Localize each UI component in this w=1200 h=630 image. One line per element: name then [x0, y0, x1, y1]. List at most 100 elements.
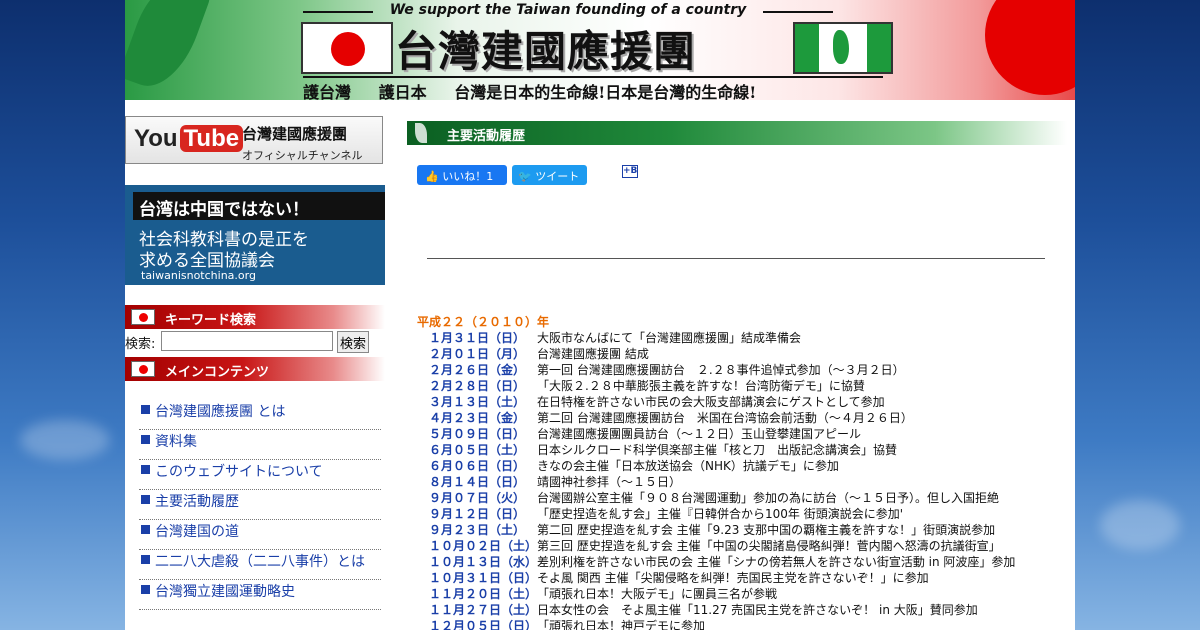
main-menu: 台灣建國應援團 とは 資料集 このウェブサイトについて 主要活動履歴 台灣建国の…	[139, 400, 381, 610]
bullet-icon	[141, 555, 150, 564]
event-row: ２月２８日（日） 「大阪２.２８中華膨張主義を許すな！台湾防衛デモ」に協賛	[417, 377, 1067, 393]
event-text: 日本女性の会 そよ風主催「11.27 売国民主党を許さないぞ！ in 大阪」賛同…	[537, 603, 978, 617]
event-text: きなの会主催「日本放送協会（NHK）抗議デモ」に参加	[537, 459, 839, 473]
event-text: 「頑張れ日本！大阪デモ」に團員三名が参戦	[537, 587, 778, 601]
event-text: 在日特権を許さない市民の会大阪支部講演会にゲストとして参加	[537, 395, 885, 409]
event-date: ６月０６日（日）	[429, 459, 526, 473]
taiwan-flag-icon	[793, 22, 893, 74]
event-text: 第二回 台灣建國應援團訪台 米国在台湾協会前活動（～４月２６日）	[537, 411, 913, 425]
menu-item-228-incident[interactable]: 二二八大虐殺（二二八事件）とは	[139, 550, 381, 580]
menu-item-documents[interactable]: 資料集	[139, 430, 381, 460]
menu-item-about[interactable]: 台灣建國應援團 とは	[139, 400, 381, 430]
bullet-icon	[141, 435, 150, 444]
event-row: １０月１３日（水） 差別利権を許さない市民の会 主催「シナの傍若無人を許さない街宣…	[417, 553, 1067, 569]
main-contents-heading: メインコンテンツ	[125, 357, 385, 381]
banner-subtitle: 護台灣 護日本 台灣是日本的生命線!日本是台灣的生命線!	[303, 76, 883, 100]
event-row: ２月０１日（月） 台灣建國應援團 結成	[417, 345, 1067, 361]
event-text: 差別利権を許さない市民の会 主催「シナの傍若無人を許さない街宣活動 in 阿波座…	[537, 555, 1016, 569]
menu-item-about-site[interactable]: このウェブサイトについて	[139, 460, 381, 490]
sun-decoration	[985, 0, 1075, 95]
event-date: １０月３１日（日）	[429, 571, 538, 585]
event-text: 日本シルクロード科学倶楽部主催「核と刀 出版記念講演会」協賛	[537, 443, 898, 457]
banner-headline: 台湾は中国ではない！	[139, 200, 309, 220]
search-button[interactable]: 検索	[337, 331, 369, 353]
event-row: ５月０９日（日） 台灣建國應援團團員訪台（～１２日）玉山登攀建国アピール	[417, 425, 1067, 441]
divider	[427, 258, 1045, 259]
twitter-bird-icon: 🐦	[518, 170, 532, 183]
thumbs-up-icon: 👍	[425, 170, 439, 183]
bullet-icon	[141, 465, 150, 474]
event-row: ６月０５日（土） 日本シルクロード科学倶楽部主催「核と刀 出版記念講演会」協賛	[417, 441, 1067, 457]
event-date: １０月０２日（土）	[429, 539, 538, 553]
event-text: 「頑張れ日本！神戸デモに参加	[537, 619, 706, 630]
event-row: １１月２０日（土） 「頑張れ日本！大阪デモ」に團員三名が参戦	[417, 585, 1067, 601]
youtube-title: 台灣建國應援團	[242, 125, 348, 143]
keyword-search-heading: キーワード検索	[125, 305, 385, 329]
event-text: 第三回 歴史捏造を糺す会 主催「中国の尖閣諸島侵略糾弾！菅内閣へ怒濤の抗議街宣」	[537, 539, 1001, 553]
banner-line-2: 求める全国協議会	[139, 251, 275, 271]
event-text: 台灣建國應援團團員訪台（～１２日）玉山登攀建国アピール	[537, 427, 862, 441]
page-title: 主要活動履歴	[447, 129, 526, 144]
banner-sub-3: 台灣是日本的生命線!日本是台灣的生命線!	[454, 83, 757, 100]
facebook-like-button[interactable]: 👍 いいね！1	[417, 165, 507, 185]
activity-history-heading: 主要活動履歴	[407, 121, 1067, 145]
bullet-icon	[141, 405, 150, 414]
search-form: 検索: 検索	[125, 331, 385, 353]
japan-flag-icon	[131, 309, 155, 325]
event-row: １０月３１日（日） そよ風 関西 主催「尖閣侵略を糾弾！売国民主党を許さないぞ！」…	[417, 569, 1067, 585]
event-text: 「歴史捏造を糺す会」主催『日韓併合から100年 街頭演説会に参加'	[537, 507, 904, 521]
event-date: １１月２０日（土）	[429, 587, 538, 601]
event-text: 台灣建國應援團 結成	[537, 347, 649, 361]
youtube-channel-link[interactable]: You Tube 台灣建國應援團 オフィシャルチャンネル	[125, 116, 383, 164]
header-banner: We support the Taiwan founding of a coun…	[125, 0, 1075, 100]
event-date: ３月１３日（土）	[429, 395, 526, 409]
menu-item-independence-history[interactable]: 台灣獨立建國運動略史	[139, 580, 381, 610]
event-text: そよ風 関西 主催「尖閣侵略を糾弾！売国民主党を許さないぞ！」に参加	[537, 571, 929, 585]
page-container: We support the Taiwan founding of a coun…	[125, 0, 1075, 630]
bullet-icon	[141, 495, 150, 504]
taiwan-not-china-banner[interactable]: 台湾は中国ではない！ 社会科教科書の是正を 求める全国協議会 taiwanisn…	[125, 185, 385, 285]
search-input[interactable]	[161, 331, 333, 351]
event-row: ９月０７日（火） 台灣國辦公室主催「９０８台灣國運動」参加の為に訪台（～１５日予）…	[417, 489, 1067, 505]
event-text: 「大阪２.２８中華膨張主義を許すな！台湾防衛デモ」に協賛	[537, 379, 865, 393]
event-row: ２月２６日（金） 第一回 台灣建國應援團訪台 ２.２８事件追悼式参加（～３月２日）	[417, 361, 1067, 377]
event-row: ４月２３日（金） 第二回 台灣建國應援團訪台 米国在台湾協会前活動（～４月２６日）	[417, 409, 1067, 425]
background-cloud	[1100, 500, 1180, 550]
leaf-icon	[415, 123, 427, 143]
event-date: １月３１日（日）	[429, 331, 526, 345]
event-date: １０月１３日（水）	[429, 555, 538, 569]
event-row: １１月２７日（土） 日本女性の会 そよ風主催「11.27 売国民主党を許さないぞ！…	[417, 601, 1067, 617]
event-text: 台灣國辦公室主催「９０８台灣國運動」参加の為に訪台（～１５日予）。但し入国拒絶	[537, 491, 1000, 505]
year-heading: 平成２２（２０１０）年	[417, 315, 550, 329]
event-row: ６月０６日（日） きなの会主催「日本放送協会（NHK）抗議デモ」に参加	[417, 457, 1067, 473]
event-date: ８月１４日（日）	[429, 475, 526, 489]
event-row: ８月１４日（日） 靖國神社参拝（～１５日）	[417, 473, 1067, 489]
leaf-decoration	[125, 0, 213, 97]
event-date: ２月２６日（金）	[429, 363, 526, 377]
event-date: ９月２３日（土）	[429, 523, 526, 537]
bullet-icon	[141, 585, 150, 594]
event-date: ９月１２日（日）	[429, 507, 526, 521]
youtube-logo: You Tube	[134, 125, 244, 153]
bullet-icon	[141, 525, 150, 534]
hatena-bookmark-button[interactable]: +B	[622, 165, 638, 178]
menu-item-founding-path[interactable]: 台灣建国の道	[139, 520, 381, 550]
banner-sub-2: 護日本	[378, 83, 427, 100]
search-label: 検索:	[125, 337, 156, 352]
banner-url: taiwanisnotchina.org	[141, 269, 256, 282]
event-date: １２月０５日（日）	[429, 619, 538, 630]
banner-sub-1: 護台灣	[303, 83, 352, 100]
event-date: ４月２３日（金）	[429, 411, 526, 425]
tweet-button[interactable]: 🐦 ツイート	[512, 165, 587, 185]
event-list: １月３１日（日） 大阪市なんばにて「台灣建國應援團」結成準備会 ２月０１日（月） 台灣…	[417, 329, 1067, 630]
event-text: 第二回 歴史捏造を糺す会 主催「9.23 支那中国の覇権主義を許すな！」街頭演説…	[537, 523, 996, 537]
event-row: ９月１２日（日） 「歴史捏造を糺す会」主催『日韓併合から100年 街頭演説会に参加…	[417, 505, 1067, 521]
event-row: ９月２３日（土） 第二回 歴史捏造を糺す会 主催「9.23 支那中国の覇権主義を許…	[417, 521, 1067, 537]
event-date: ２月０１日（月）	[429, 347, 526, 361]
event-row: １０月０２日（土） 第三回 歴史捏造を糺す会 主催「中国の尖閣諸島侵略糾弾！菅内閣…	[417, 537, 1067, 553]
menu-item-activity-history[interactable]: 主要活動履歴	[139, 490, 381, 520]
event-text: 大阪市なんばにて「台灣建國應援團」結成準備会	[537, 331, 802, 345]
event-row: １月３１日（日） 大阪市なんばにて「台灣建國應援團」結成準備会	[417, 329, 1067, 345]
japan-flag-icon	[301, 22, 393, 74]
japan-flag-icon	[131, 361, 155, 377]
